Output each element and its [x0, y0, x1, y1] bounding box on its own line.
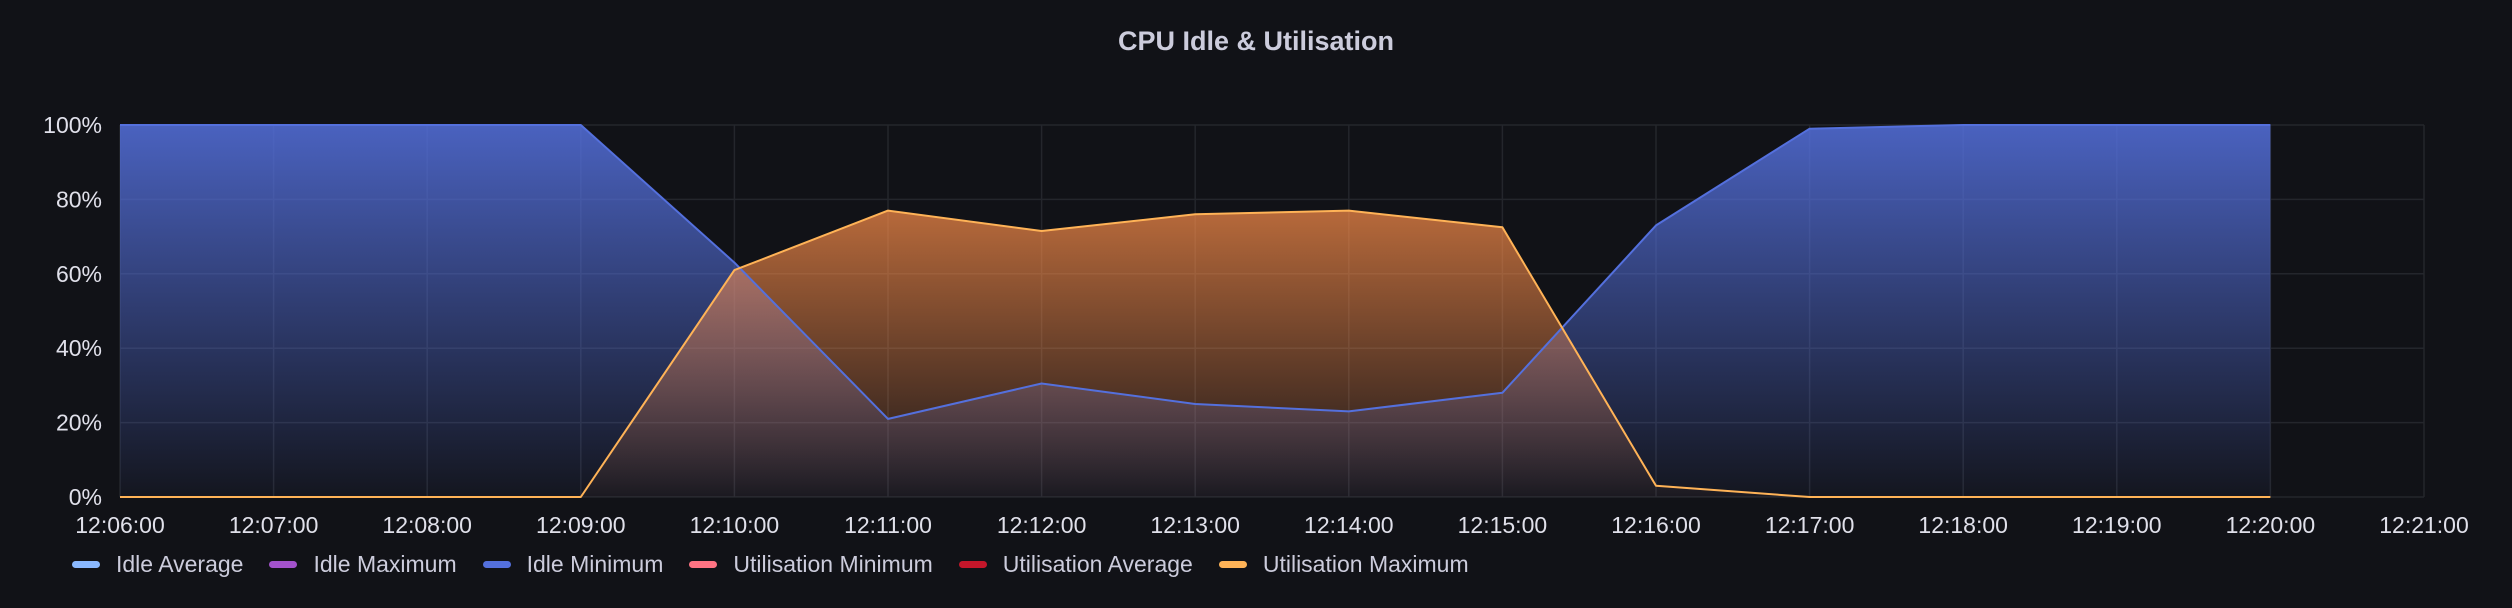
- x-tick-label: 12:18:00: [1918, 512, 2008, 538]
- legend-label: Idle Minimum: [526, 551, 664, 577]
- y-tick-label: 80%: [56, 186, 102, 212]
- legend-label: Idle Average: [116, 551, 244, 577]
- y-tick-label: 60%: [56, 261, 102, 287]
- y-tick-label: 40%: [56, 335, 102, 361]
- legend-swatch: [689, 561, 718, 568]
- legend-item-idle-average[interactable]: Idle Average: [72, 551, 243, 578]
- x-tick-label: 12:21:00: [2379, 512, 2469, 538]
- legend-label: Utilisation Minimum: [733, 551, 933, 577]
- x-tick-label: 12:13:00: [1150, 512, 1240, 538]
- y-tick-label: 100%: [43, 112, 102, 138]
- x-tick-label: 12:16:00: [1611, 512, 1701, 538]
- y-axis: 0% 20% 40% 60% 80% 100%: [43, 112, 102, 510]
- x-tick-label: 12:06:00: [75, 512, 165, 538]
- x-tick-label: 12:15:00: [1458, 512, 1548, 538]
- chart-panel: CPU Idle & Utilisation 0% 20% 40% 60% 80% 100…: [0, 0, 2512, 608]
- x-tick-label: 12:17:00: [1765, 512, 1855, 538]
- y-tick-label: 0%: [69, 484, 102, 510]
- chart-plot[interactable]: 0% 20% 40% 60% 80% 100% 12:06:00 12:07:00 12:08…: [0, 0, 2512, 608]
- y-tick-label: 20%: [56, 410, 102, 436]
- legend-item-utilisation-maximum[interactable]: Utilisation Maximum: [1218, 551, 1469, 578]
- x-tick-label: 12:09:00: [536, 512, 626, 538]
- legend-item-idle-maximum[interactable]: Idle Maximum: [269, 551, 457, 578]
- x-axis: 12:06:00 12:07:00 12:08:00 12:09:00 12:10:00…: [75, 512, 2469, 538]
- x-tick-label: 12:19:00: [2072, 512, 2162, 538]
- legend-label: Utilisation Maximum: [1262, 551, 1469, 577]
- x-tick-label: 12:20:00: [2226, 512, 2316, 538]
- x-tick-label: 12:12:00: [997, 512, 1087, 538]
- legend-label: Idle Maximum: [313, 551, 457, 577]
- legend-item-utilisation-average[interactable]: Utilisation Average: [958, 551, 1193, 578]
- x-tick-label: 12:08:00: [382, 512, 472, 538]
- legend-swatch: [269, 561, 298, 568]
- legend-swatch: [1218, 561, 1247, 568]
- legend-item-utilisation-minimum[interactable]: Utilisation Minimum: [689, 551, 933, 578]
- x-tick-label: 12:10:00: [690, 512, 780, 538]
- legend-swatch: [482, 561, 511, 568]
- legend-swatch: [958, 561, 987, 568]
- legend-item-idle-minimum[interactable]: Idle Minimum: [482, 551, 664, 578]
- legend-swatch: [72, 561, 100, 568]
- x-tick-label: 12:11:00: [844, 512, 932, 538]
- legend-label: Utilisation Average: [1002, 551, 1193, 577]
- x-tick-label: 12:07:00: [229, 512, 319, 538]
- legend: Idle Average Idle Maximum Idle Minimum Util…: [72, 551, 1495, 578]
- x-tick-label: 12:14:00: [1304, 512, 1394, 538]
